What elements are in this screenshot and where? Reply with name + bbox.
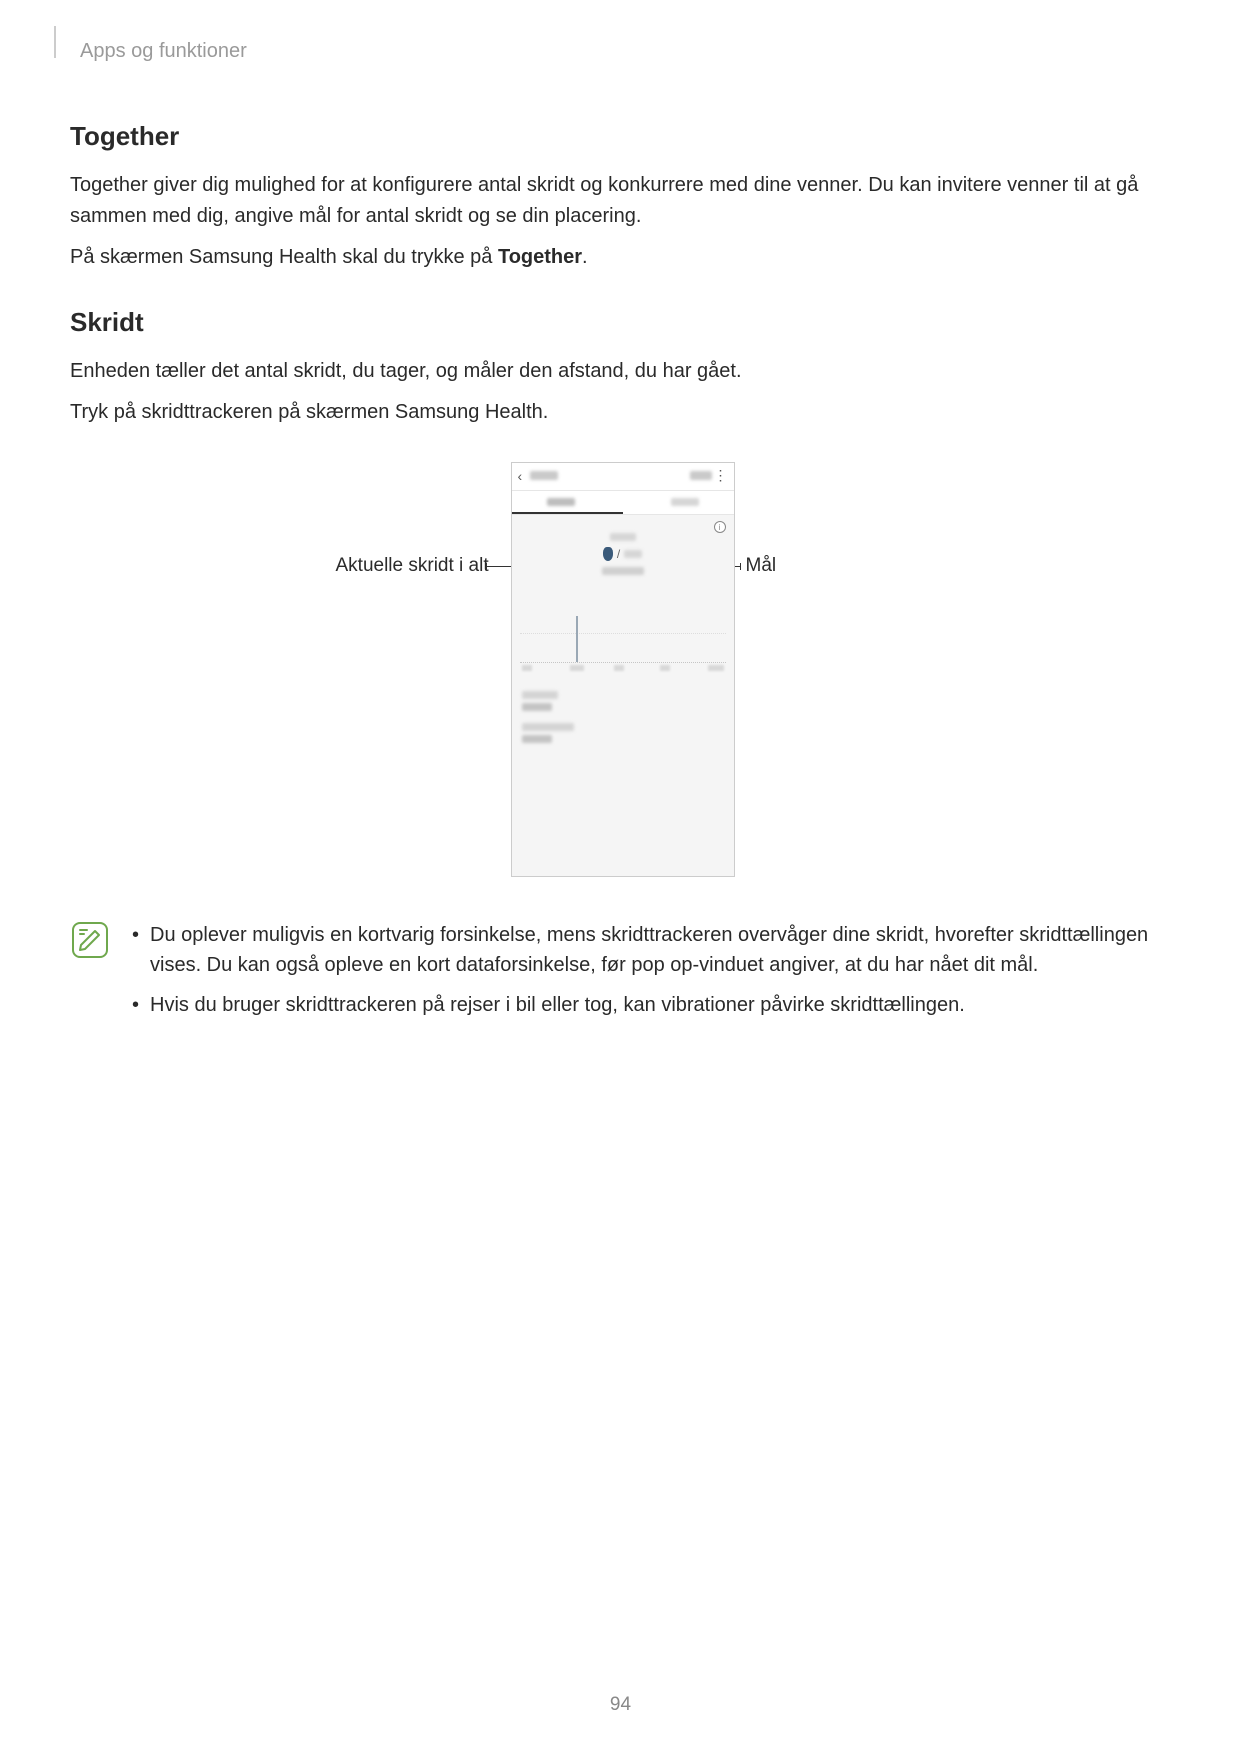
paragraph: Together giver dig mulighed for at konfi… <box>70 170 1171 232</box>
blurred-text <box>624 550 642 558</box>
blurred-text <box>522 735 552 743</box>
stat-row <box>522 685 724 717</box>
steps-chart <box>520 603 726 663</box>
page-number: 94 <box>0 1694 1241 1716</box>
callout-current-steps: Aktuelle skridt i alt <box>336 555 489 577</box>
note-list: Du oplever muligvis en kortvarig forsink… <box>126 920 1171 1030</box>
blurred-text <box>530 471 558 480</box>
phone-screenshot: ‹ ⋮ i / <box>511 462 735 877</box>
paragraph: Enheden tæller det antal skridt, du tage… <box>70 356 1171 387</box>
heading-skridt: Skridt <box>70 307 1171 338</box>
paragraph: Tryk på skridttrackeren på skærmen Samsu… <box>70 397 1171 428</box>
steps-row: / <box>512 547 734 561</box>
chart-ticks <box>520 665 726 675</box>
tick <box>708 665 724 671</box>
steps-display: / <box>512 533 734 575</box>
chart-bar <box>576 616 578 662</box>
blurred-text <box>610 533 636 541</box>
separator: / <box>617 547 620 561</box>
stat-row <box>522 717 724 749</box>
phone-tabs <box>512 491 734 515</box>
header-rule <box>54 26 56 58</box>
blurred-text <box>522 691 558 699</box>
text: På skærmen Samsung Health skal du trykke… <box>70 246 498 268</box>
tick <box>614 665 624 671</box>
callout-goal: Mål <box>746 555 777 577</box>
blurred-text <box>522 703 552 711</box>
info-icon: i <box>714 521 726 533</box>
section-skridt: Skridt Enheden tæller det antal skridt, … <box>70 307 1171 428</box>
more-icon: ⋮ <box>714 467 728 484</box>
note-block: Du oplever muligvis en kortvarig forsink… <box>70 920 1171 1030</box>
stat-rows <box>522 685 724 749</box>
heading-together: Together <box>70 121 1171 152</box>
shoe-icon <box>603 547 613 561</box>
figure-steps-tracker: Aktuelle skridt i alt Mål ‹ ⋮ i / <box>221 462 1021 892</box>
text: . <box>582 246 588 268</box>
tick <box>522 665 532 671</box>
breadcrumb: Apps og funktioner <box>80 40 1171 63</box>
pencil-note-icon <box>77 927 103 953</box>
note-item: Du oplever muligvis en kortvarig forsink… <box>126 920 1171 980</box>
blurred-text <box>690 471 712 480</box>
page-content: Apps og funktioner Together Together giv… <box>0 0 1241 1070</box>
section-together: Together Together giver dig mulighed for… <box>70 121 1171 273</box>
back-icon: ‹ <box>518 468 523 484</box>
note-icon <box>72 922 108 958</box>
bold-label: Together <box>498 246 582 268</box>
note-item: Hvis du bruger skridttrackeren på rejser… <box>126 990 1171 1020</box>
tick <box>570 665 584 671</box>
blurred-text <box>602 567 644 575</box>
phone-topbar: ‹ ⋮ <box>512 463 734 491</box>
paragraph: På skærmen Samsung Health skal du trykke… <box>70 242 1171 273</box>
blurred-text <box>547 498 575 506</box>
blurred-text <box>671 498 699 506</box>
blurred-text <box>522 723 574 731</box>
tick <box>660 665 670 671</box>
